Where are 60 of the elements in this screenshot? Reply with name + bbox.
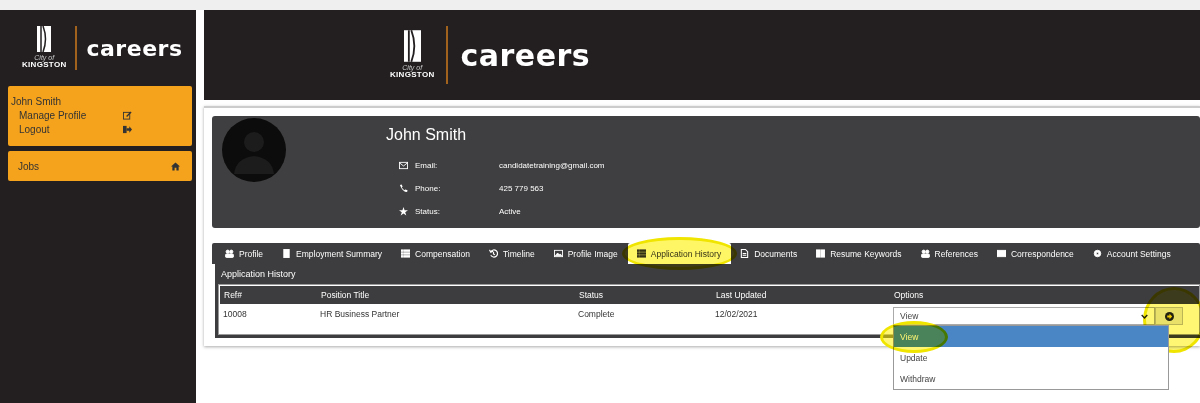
tab[interactable]: Compensation (392, 243, 480, 264)
panel-title: Application History (220, 268, 297, 281)
field-label: Phone: (415, 184, 442, 193)
settings-icon (1092, 249, 1102, 258)
options-select[interactable]: View (893, 307, 1155, 325)
logo-name-text: KINGSTON (22, 61, 67, 70)
logo-mark-icon (403, 30, 421, 63)
star-icon (399, 207, 408, 216)
edit-icon (123, 111, 132, 120)
book-icon (816, 249, 826, 258)
tab[interactable]: Profile (216, 243, 274, 264)
list-icon (401, 249, 411, 258)
people-icon (920, 249, 930, 258)
field-value: Active (499, 207, 521, 216)
sidebar-nav-item[interactable]: Jobs (8, 151, 192, 181)
history-icon (488, 249, 498, 258)
sidebar-link[interactable]: Manage Profile (19, 110, 123, 121)
caret-icon (1141, 313, 1148, 319)
logo-wordmark: careers (86, 35, 183, 61)
tab[interactable]: Employment Summary (273, 243, 393, 264)
column-header: Position Title (321, 290, 371, 300)
field-value: 425 779 563 (499, 184, 544, 193)
column-header: Last Updated (716, 290, 768, 300)
list-icon (636, 249, 646, 258)
image-icon (553, 249, 563, 258)
tab[interactable]: Timeline (479, 243, 545, 264)
tab[interactable]: Correspondence (988, 243, 1084, 264)
dropdown-option[interactable]: View (894, 326, 1168, 347)
logo-name-text: KINGSTON (390, 71, 435, 80)
tab[interactable]: Application History (627, 243, 732, 264)
phone-icon (399, 184, 408, 193)
logo-mark-icon (37, 26, 52, 53)
field-value: candidatetraining@gmail.com (499, 161, 605, 170)
tab[interactable]: Account Settings (1083, 243, 1181, 264)
table-cell-text: 12/02/2021 (715, 309, 759, 319)
field-label: Status: (415, 207, 441, 216)
go-button[interactable] (1155, 307, 1183, 325)
sidebar-link[interactable]: Logout (19, 124, 123, 135)
avatar-silhouette (222, 118, 286, 182)
tab[interactable]: Documents (731, 243, 808, 264)
document-icon (740, 249, 750, 258)
table-cell-text: 10008 (222, 309, 248, 319)
column-header: Ref# (223, 290, 243, 300)
profile-name: John Smith (386, 126, 468, 144)
tab[interactable]: Profile Image (544, 243, 628, 264)
column-header: Options (894, 290, 924, 300)
table-cell-text: HR Business Partner (320, 309, 401, 319)
home-icon (171, 161, 180, 171)
user-name: John Smith (11, 96, 63, 107)
column-header: Status (579, 290, 605, 300)
logout-icon (123, 125, 132, 134)
table-cell-text: Complete (578, 309, 616, 319)
field-label: Email: (415, 161, 439, 170)
arrow-circle-icon (1164, 311, 1174, 321)
tab[interactable]: Resume Keywords (807, 243, 912, 264)
logo-wordmark: careers (460, 37, 591, 73)
people-icon (225, 249, 234, 258)
dropdown-option[interactable]: Withdraw (894, 368, 1168, 389)
tab[interactable]: References (911, 243, 988, 264)
dropdown-option[interactable]: Update (894, 347, 1168, 368)
